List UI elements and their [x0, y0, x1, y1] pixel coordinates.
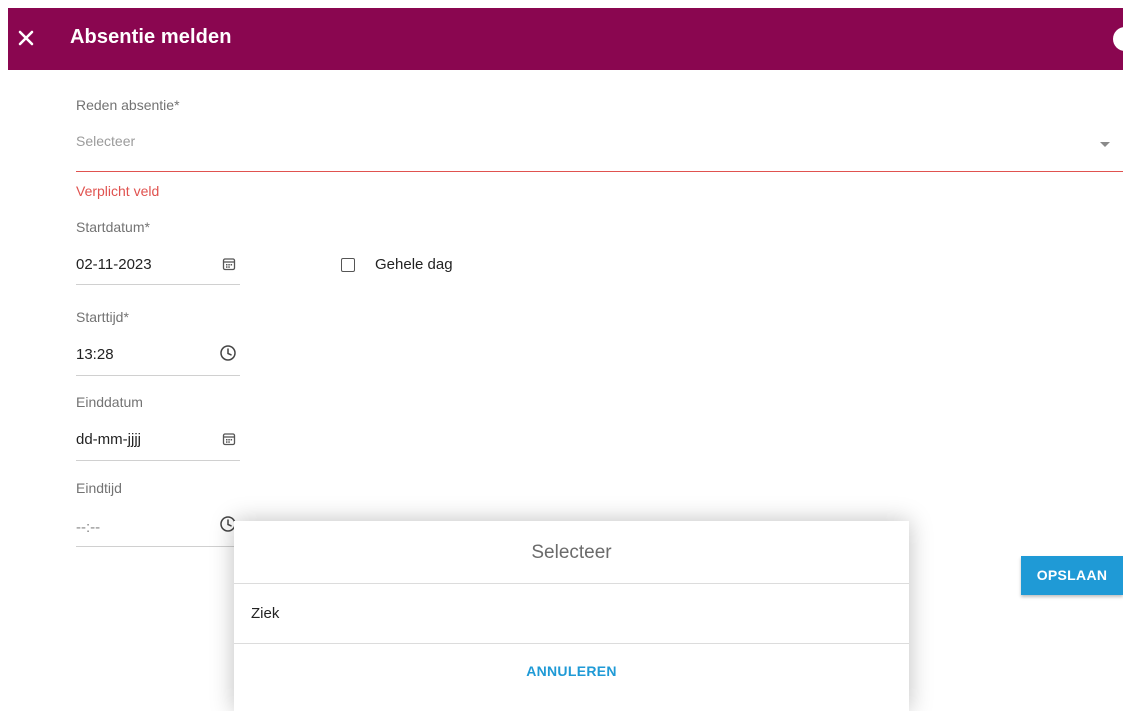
reason-error-message: Verplicht veld [76, 183, 160, 199]
start-date-input[interactable]: 02-11-2023 [76, 246, 240, 284]
help-button[interactable] [1113, 27, 1123, 51]
end-time-value: --:-- [76, 519, 101, 536]
dialog-title: Selecteer [234, 521, 909, 584]
start-date-label: Startdatum* [76, 219, 150, 235]
end-date-underline [76, 460, 240, 461]
whole-day-checkbox[interactable] [341, 258, 355, 272]
end-time-input[interactable]: --:-- [76, 506, 240, 546]
reason-label: Reden absentie* [76, 97, 180, 113]
start-time-underline [76, 375, 240, 376]
reason-select-placeholder: Selecteer [76, 133, 136, 149]
reason-select[interactable]: Selecteer [76, 124, 1123, 172]
calendar-icon[interactable] [222, 257, 236, 271]
clock-icon[interactable] [219, 344, 237, 362]
end-time-underline [76, 546, 240, 547]
whole-day-label: Gehele dag [375, 256, 453, 273]
dialog-option-ziek[interactable]: Ziek [234, 584, 909, 644]
end-date-label: Einddatum [76, 394, 143, 410]
end-date-input[interactable]: dd-mm-jjjj [76, 420, 240, 460]
page-title: Absentie melden [70, 26, 232, 48]
start-date-value: 02-11-2023 [76, 256, 152, 273]
dropdown-arrow-icon [1100, 142, 1110, 147]
start-time-input[interactable]: 13:28 [76, 335, 240, 375]
save-button[interactable]: OPSLAAN [1021, 556, 1123, 595]
calendar-icon[interactable] [222, 432, 236, 446]
start-date-underline [76, 284, 240, 285]
start-time-value: 13:28 [76, 346, 114, 363]
end-time-label: Eindtijd [76, 480, 122, 496]
select-dialog: Selecteer Ziek ANNULEREN [234, 521, 909, 711]
header-bar: Absentie melden [8, 8, 1123, 70]
close-icon [18, 30, 34, 46]
end-date-value: dd-mm-jjjj [76, 431, 141, 448]
dialog-option-label: Ziek [251, 605, 280, 622]
cancel-button[interactable]: ANNULEREN [234, 644, 909, 699]
reason-error-underline [76, 171, 1123, 172]
start-time-label: Starttijd* [76, 309, 129, 325]
close-button[interactable] [15, 27, 37, 49]
